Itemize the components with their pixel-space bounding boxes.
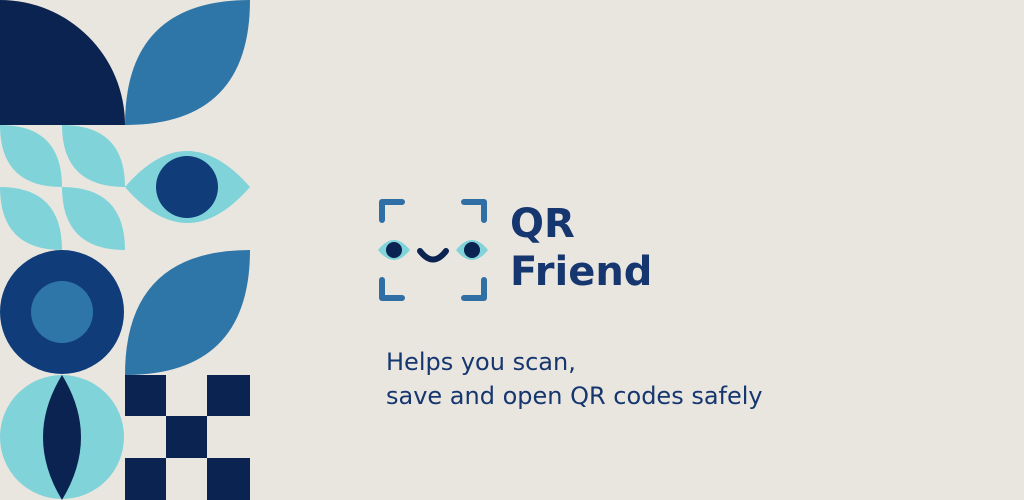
small-leaf-shape xyxy=(0,125,62,187)
app-name: QR Friend xyxy=(510,200,652,296)
geometric-pattern xyxy=(0,0,250,500)
splash-banner: QR Friend Helps you scan, save and open … xyxy=(0,0,1024,500)
leaf-shape xyxy=(125,0,250,125)
leaf-shape xyxy=(125,250,250,375)
tagline: Helps you scan, save and open QR codes s… xyxy=(386,345,763,413)
tagline-line1: Helps you scan, xyxy=(386,348,576,376)
small-leaf-shape xyxy=(0,187,62,250)
qr-face-logo-icon xyxy=(378,199,488,301)
checker-square xyxy=(125,375,166,416)
checker-square xyxy=(207,375,250,416)
checker-square xyxy=(166,416,207,458)
app-name-line2: Friend xyxy=(510,249,653,295)
checker-square xyxy=(125,458,166,500)
small-leaf-shape xyxy=(62,125,125,187)
quarter-circle-shape xyxy=(0,0,125,125)
small-leaf-shape xyxy=(62,187,125,250)
app-name-line1: QR xyxy=(510,201,575,247)
tagline-line2: save and open QR codes safely xyxy=(386,382,763,410)
checker-square xyxy=(207,458,250,500)
eye-pupil-shape xyxy=(156,156,218,218)
ring-inner-shape xyxy=(31,281,93,343)
